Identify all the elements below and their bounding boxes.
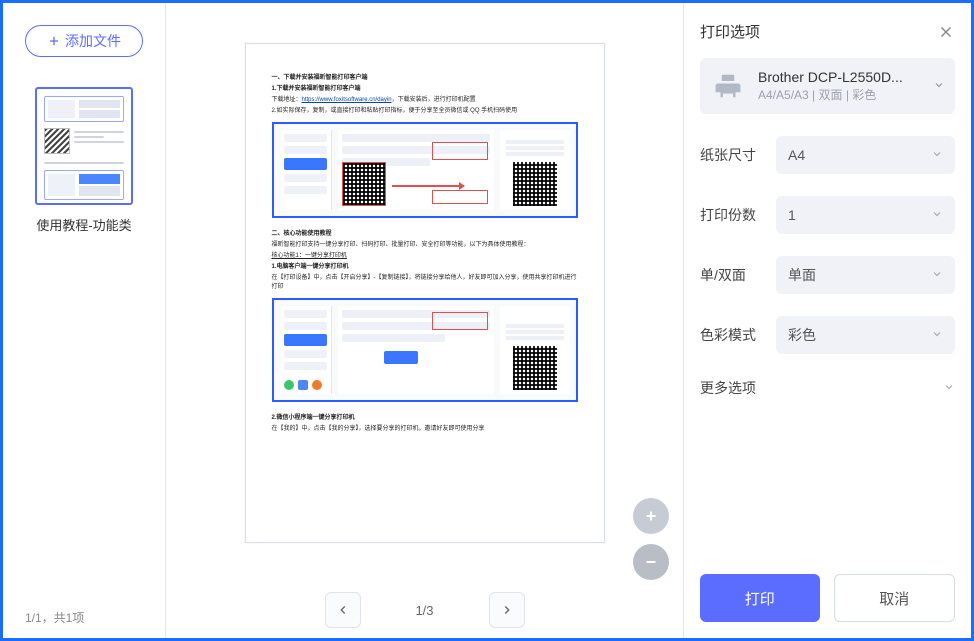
page-sheet: 一、下载并安装福昕智能打印客户端 1.下载并安装福昕智能打印客户端 下载地址：h… (245, 43, 605, 543)
duplex-select[interactable]: 单面 (776, 256, 955, 294)
add-file-label: 添加文件 (65, 31, 121, 51)
close-button[interactable] (937, 23, 955, 41)
next-page-button[interactable] (489, 592, 525, 628)
copies-label: 打印份数 (700, 205, 776, 225)
prev-page-button[interactable] (325, 592, 361, 628)
sidebar-status: 1/1，共1项 (25, 609, 143, 626)
color-mode-label: 色彩模式 (700, 325, 776, 345)
panel-title: 打印选项 (700, 21, 760, 42)
duplex-label: 单/双面 (700, 265, 776, 285)
plus-icon (47, 34, 61, 48)
color-mode-select[interactable]: 彩色 (776, 316, 955, 354)
zoom-out-button[interactable] (633, 544, 669, 580)
pager-bar: 1/3 (166, 582, 683, 638)
chevron-down-icon (933, 78, 945, 94)
screenshot-box-1 (272, 122, 578, 218)
paper-size-select[interactable]: A4 (776, 136, 955, 174)
printer-selector[interactable]: Brother DCP-L2550D... A4/A5/A3 | 双面 | 彩色 (700, 58, 955, 114)
chevron-down-icon (931, 327, 943, 343)
page-indicator: 1/3 (385, 603, 465, 618)
duplex-row: 单/双面 单面 (700, 256, 955, 294)
paper-size-label: 纸张尺寸 (700, 145, 776, 165)
screenshot-box-2 (272, 298, 578, 402)
printer-icon (710, 68, 746, 104)
close-icon (937, 23, 955, 41)
sidebar: 添加文件 使用教程-功能类 1/1，共1项 (3, 3, 166, 638)
chevron-down-icon (931, 207, 943, 223)
add-file-button[interactable]: 添加文件 (25, 25, 143, 57)
paper-size-row: 纸张尺寸 A4 (700, 136, 955, 174)
chevron-right-icon (500, 603, 514, 617)
chevron-down-icon (943, 380, 955, 396)
document-thumbnail[interactable]: 使用教程-功能类 (25, 87, 143, 234)
preview-area: 一、下载并安装福昕智能打印客户端 1.下载并安装福昕智能打印客户端 下载地址：h… (166, 3, 683, 638)
copies-select[interactable]: 1 (776, 196, 955, 234)
copies-row: 打印份数 1 (700, 196, 955, 234)
printer-name: Brother DCP-L2550D... (758, 69, 903, 86)
color-mode-row: 色彩模式 彩色 (700, 316, 955, 354)
zoom-controls (633, 498, 669, 580)
print-panel: 打印选项 Brother DCP-L2550D... A4/A5/A3 | 双面… (683, 3, 971, 638)
chevron-down-icon (931, 147, 943, 163)
printer-sub: A4/A5/A3 | 双面 | 彩色 (758, 86, 903, 103)
print-button[interactable]: 打印 (700, 574, 820, 622)
cancel-button[interactable]: 取消 (834, 574, 956, 622)
thumbnail-label: 使用教程-功能类 (36, 215, 131, 234)
zoom-in-button[interactable] (633, 498, 669, 534)
chevron-down-icon (931, 267, 943, 283)
chevron-left-icon (336, 603, 350, 617)
more-options-toggle[interactable]: 更多选项 (700, 378, 955, 398)
thumbnail-frame (35, 87, 133, 205)
